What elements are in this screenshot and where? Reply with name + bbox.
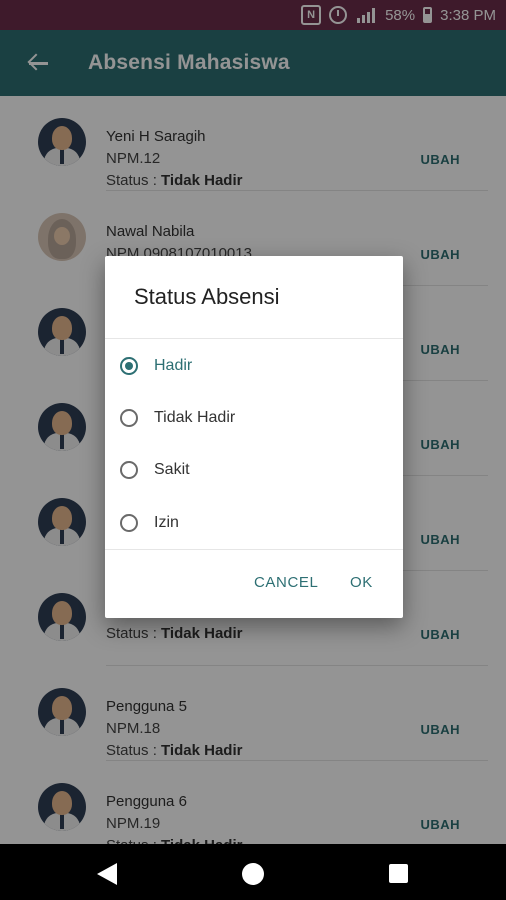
radio-unselected-icon[interactable]: [120, 514, 138, 532]
status-dialog: Status Absensi Hadir Tidak Hadir Sakit I…: [105, 256, 403, 618]
cancel-button[interactable]: CANCEL: [254, 574, 318, 591]
option-label: Sakit: [154, 461, 190, 478]
radio-unselected-icon[interactable]: [120, 409, 138, 427]
ok-button[interactable]: OK: [350, 574, 373, 591]
option-label: Izin: [154, 514, 179, 531]
option-izin[interactable]: Izin: [119, 505, 389, 541]
nav-back-icon[interactable]: [97, 863, 117, 885]
option-label: Tidak Hadir: [154, 409, 236, 426]
dialog-title: Status Absensi: [134, 284, 280, 309]
option-sakit[interactable]: Sakit: [119, 452, 389, 488]
radio-selected-icon[interactable]: [120, 357, 138, 375]
option-hadir[interactable]: Hadir: [119, 348, 389, 384]
nav-home-icon[interactable]: [242, 863, 264, 885]
divider: [105, 338, 403, 339]
option-label: Hadir: [154, 357, 193, 374]
radio-unselected-icon[interactable]: [120, 461, 138, 479]
navigation-bar: [0, 844, 506, 900]
nav-recents-icon[interactable]: [389, 864, 408, 883]
divider: [105, 549, 403, 550]
option-tidak-hadir[interactable]: Tidak Hadir: [119, 400, 389, 436]
